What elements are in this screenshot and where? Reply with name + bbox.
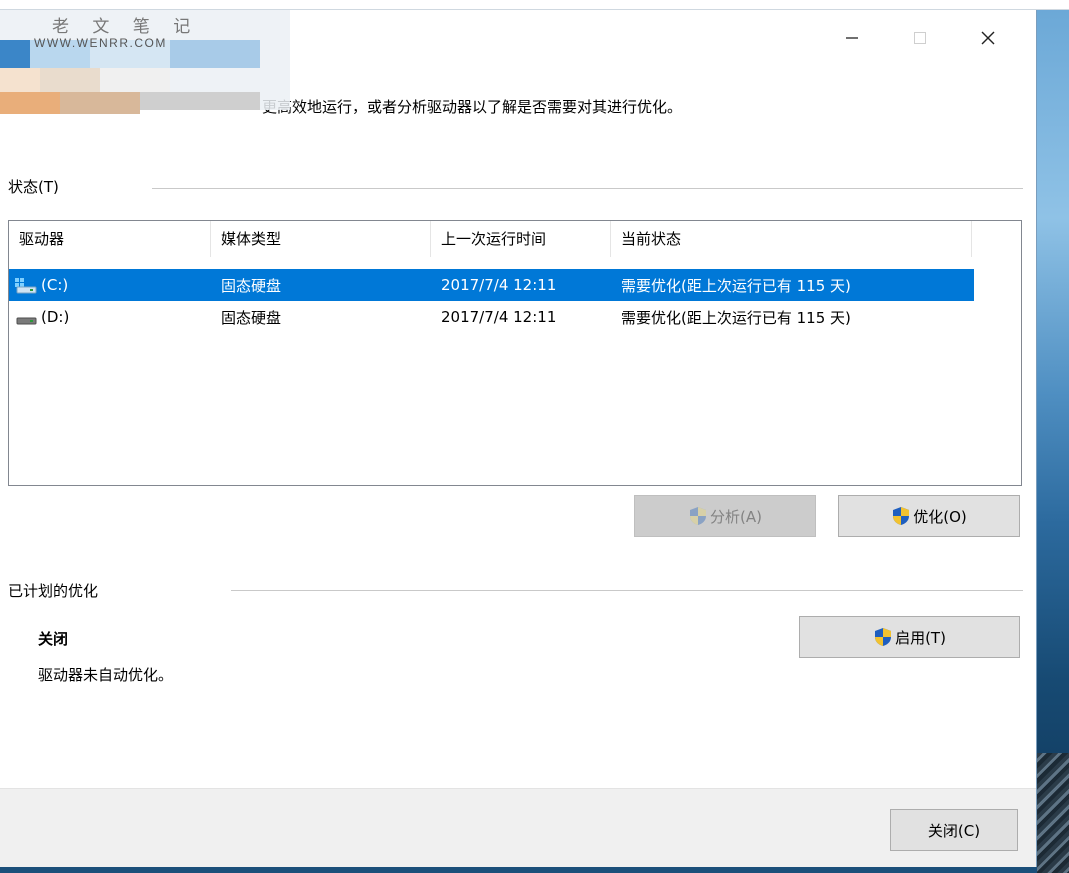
title-bar-controls — [818, 24, 1022, 52]
drive-cell: (D:) — [9, 308, 211, 326]
desktop-rocks — [1037, 753, 1069, 873]
schedule-divider — [231, 590, 1023, 591]
blur-block — [40, 68, 100, 92]
blur-block — [170, 40, 260, 68]
blur-block — [60, 92, 140, 114]
enable-button[interactable]: 启用(T) — [799, 616, 1020, 658]
blur-block — [0, 68, 40, 92]
drive-name: (C:) — [41, 276, 69, 294]
uac-shield-icon — [688, 506, 708, 526]
watermark-overlay: 老 文 笔 记 WWW.WENRR.COM — [0, 10, 290, 130]
status-cell: 需要优化(距上次运行已有 115 天) — [621, 276, 851, 295]
drive-row-c[interactable]: (C:) 固态硬盘 2017/7/4 12:11 需要优化(距上次运行已有 11… — [9, 269, 974, 301]
drive-name: (D:) — [41, 308, 70, 326]
drives-list[interactable]: 驱动器 媒体类型 上一次运行时间 当前状态 (C:) 固态硬盘 2017/7/4… — [8, 220, 1022, 486]
close-button[interactable]: 关闭(C) — [890, 809, 1018, 851]
uac-shield-icon — [873, 627, 893, 647]
blur-block — [140, 92, 260, 110]
column-header-media-type[interactable]: 媒体类型 — [211, 221, 431, 257]
maximize-icon[interactable] — [886, 24, 954, 52]
schedule-section-label: 已计划的优化 — [8, 580, 105, 601]
system-drive-icon — [15, 278, 37, 294]
column-header-status[interactable]: 当前状态 — [611, 221, 972, 257]
schedule-state: 关闭 — [38, 630, 69, 648]
enable-button-label: 启用(T) — [895, 628, 946, 647]
column-header-last-run[interactable]: 上一次运行时间 — [431, 221, 611, 257]
status-divider — [152, 188, 1023, 189]
status-cell: 需要优化(距上次运行已有 115 天) — [621, 308, 851, 327]
analyze-button-label: 分析(A) — [710, 507, 762, 526]
blur-block — [0, 40, 30, 68]
desktop-background — [1037, 0, 1069, 873]
column-header-drive[interactable]: 驱动器 — [9, 221, 211, 257]
uac-shield-icon — [891, 506, 911, 526]
watermark-url: WWW.WENRR.COM — [34, 36, 167, 50]
schedule-state-description: 驱动器未自动优化。 — [38, 666, 174, 684]
last-run-cell: 2017/7/4 12:11 — [441, 276, 557, 294]
close-icon[interactable] — [954, 24, 1022, 52]
dialog-footer: 关闭(C) — [0, 788, 1036, 867]
drives-list-header: 驱动器 媒体类型 上一次运行时间 当前状态 — [9, 221, 972, 257]
optimize-drives-window: 更高效地运行，或者分析驱动器以了解是否需要对其进行优化。 状态(T) 驱动器 媒… — [0, 10, 1037, 867]
window-top-border — [0, 0, 1069, 10]
last-run-cell: 2017/7/4 12:11 — [441, 308, 557, 326]
blur-block — [0, 92, 60, 114]
optimize-button-label: 优化(O) — [913, 507, 967, 526]
drive-row-d[interactable]: (D:) 固态硬盘 2017/7/4 12:11 需要优化(距上次运行已有 11… — [9, 301, 974, 333]
drive-icon — [15, 310, 37, 325]
media-type-cell: 固态硬盘 — [221, 276, 282, 295]
media-type-cell: 固态硬盘 — [221, 308, 282, 327]
watermark-title: 老 文 笔 记 — [52, 17, 200, 37]
window-description: 更高效地运行，或者分析驱动器以了解是否需要对其进行优化。 — [262, 98, 683, 116]
blur-block — [100, 68, 170, 92]
analyze-button[interactable]: 分析(A) — [634, 495, 816, 537]
drive-cell: (C:) — [9, 276, 211, 294]
minimize-icon[interactable] — [818, 24, 886, 52]
status-section-label: 状态(T) — [8, 176, 65, 197]
optimize-button[interactable]: 优化(O) — [838, 495, 1020, 537]
